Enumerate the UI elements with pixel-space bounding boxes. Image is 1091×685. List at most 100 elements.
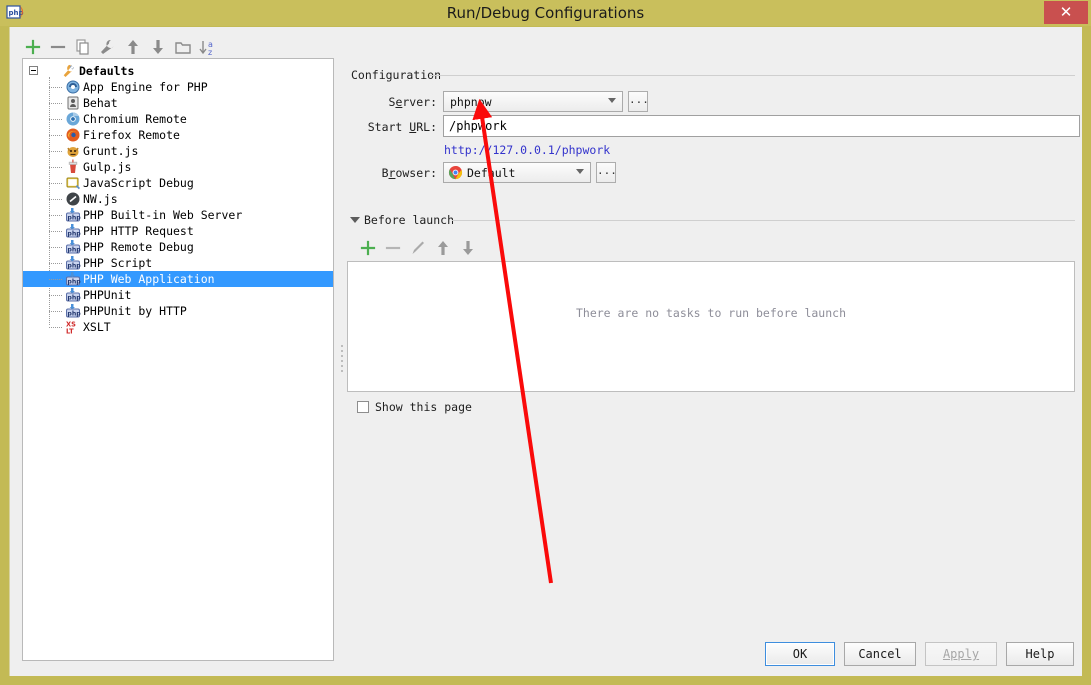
tree-guide-branch bbox=[49, 135, 62, 136]
sort-az-icon[interactable]: a z bbox=[197, 35, 219, 59]
svg-text:LT: LT bbox=[66, 327, 74, 335]
tree-item[interactable]: php PHP Built-in Web Server bbox=[23, 207, 333, 223]
tree-item[interactable]: Firefox Remote bbox=[23, 127, 333, 143]
tree-item[interactable]: App Engine for PHP bbox=[23, 79, 333, 95]
tree-root-defaults[interactable]: Defaults bbox=[23, 63, 333, 79]
tree-guide-branch bbox=[49, 167, 62, 168]
chevron-down-icon bbox=[608, 98, 616, 103]
window-title: Run/Debug Configurations bbox=[446, 4, 645, 22]
tree-item[interactable]: Behat bbox=[23, 95, 333, 111]
wrench-icon[interactable] bbox=[97, 35, 119, 59]
create-folder-button[interactable] bbox=[172, 35, 194, 59]
wrench-icon bbox=[61, 63, 77, 79]
tree-item[interactable]: XS LT XSLT bbox=[23, 319, 333, 335]
tree-item[interactable]: php PHPUnit bbox=[23, 287, 333, 303]
tree-guide-branch bbox=[49, 247, 62, 248]
tree-item[interactable]: Gulp.js bbox=[23, 159, 333, 175]
tree-guide-branch bbox=[49, 327, 62, 328]
before-launch-group-label: Before launch bbox=[360, 213, 459, 227]
apply-button: Apply bbox=[925, 642, 997, 666]
expand-collapse-icon[interactable] bbox=[29, 66, 38, 75]
add-configuration-button[interactable] bbox=[22, 35, 44, 59]
tree-item[interactable]: Chromium Remote bbox=[23, 111, 333, 127]
edit-task-button[interactable] bbox=[407, 236, 429, 260]
ok-button[interactable]: OK bbox=[765, 642, 835, 666]
chevron-down-icon bbox=[576, 169, 584, 174]
copy-configuration-button[interactable] bbox=[72, 35, 94, 59]
tree-item[interactable]: php PHPUnit by HTTP bbox=[23, 303, 333, 319]
remove-task-button[interactable] bbox=[382, 236, 404, 260]
tree-guide-branch bbox=[49, 231, 62, 232]
tree-item[interactable]: php PHP Web Application bbox=[23, 271, 333, 287]
server-browse-button[interactable]: ... bbox=[628, 91, 649, 112]
resolved-url-link[interactable]: http://127.0.0.1/phpwork bbox=[444, 143, 610, 157]
server-dropdown[interactable]: phpnow bbox=[443, 91, 623, 112]
start-url-input[interactable]: /phpwork bbox=[443, 115, 1080, 137]
browser-label-post: owser: bbox=[395, 166, 437, 180]
tree-item-label: PHP Built-in Web Server bbox=[83, 208, 243, 222]
configurations-tree[interactable]: Defaults App Engine for PHP Behat Chromium… bbox=[22, 58, 334, 661]
tree-item[interactable]: php PHP Remote Debug bbox=[23, 239, 333, 255]
dialog-client-area: a z Defaults App Engine for PHP Behat Ch… bbox=[9, 27, 1082, 676]
app-engine-icon bbox=[65, 79, 81, 95]
chromium-icon bbox=[65, 111, 81, 127]
tree-item-label: Grunt.js bbox=[83, 144, 139, 158]
firefox-icon bbox=[65, 127, 81, 143]
svg-text:php: php bbox=[67, 310, 81, 317]
before-launch-collapse-icon[interactable] bbox=[350, 217, 360, 223]
tree-item-label: Firefox Remote bbox=[83, 128, 180, 142]
before-launch-empty-text: There are no tasks to run before launch bbox=[575, 306, 847, 320]
move-task-up-button[interactable] bbox=[432, 236, 454, 260]
configuration-pane: Configuration Server: phpnow ... Start U… bbox=[345, 35, 1080, 655]
tree-guide-branch bbox=[49, 215, 62, 216]
browser-browse-button[interactable]: ... bbox=[596, 162, 617, 183]
tree-item-label: PHP Remote Debug bbox=[83, 240, 194, 254]
nwjs-icon bbox=[65, 191, 81, 207]
svg-text:php: php bbox=[67, 246, 81, 253]
php-icon: php bbox=[65, 223, 81, 239]
help-button[interactable]: Help bbox=[1006, 642, 1074, 666]
tree-item-label: JavaScript Debug bbox=[83, 176, 194, 190]
tree-item[interactable]: JavaScript Debug bbox=[23, 175, 333, 191]
move-down-button[interactable] bbox=[147, 35, 169, 59]
tree-guide-branch bbox=[49, 311, 62, 312]
tree-item[interactable]: NW.js bbox=[23, 191, 333, 207]
behat-icon bbox=[65, 95, 81, 111]
tree-item-label: XSLT bbox=[83, 320, 111, 334]
tree-item[interactable]: php PHP HTTP Request bbox=[23, 223, 333, 239]
tree-item-label: PHPUnit by HTTP bbox=[83, 304, 187, 318]
configuration-group-divider bbox=[429, 75, 1075, 76]
tree-guide-branch bbox=[49, 199, 62, 200]
before-launch-divider bbox=[452, 220, 1075, 221]
move-up-button[interactable] bbox=[122, 35, 144, 59]
php-icon: php bbox=[65, 303, 81, 319]
start-url-label: Start URL: bbox=[367, 120, 437, 134]
tree-item[interactable]: php PHP Script bbox=[23, 255, 333, 271]
tree-item-label: PHP HTTP Request bbox=[83, 224, 194, 238]
tree-guide-branch bbox=[49, 103, 62, 104]
cancel-button[interactable]: Cancel bbox=[844, 642, 916, 666]
server-value: phpnow bbox=[450, 95, 492, 109]
gulp-icon bbox=[65, 159, 81, 175]
before-launch-task-list[interactable]: There are no tasks to run before launch bbox=[347, 261, 1075, 392]
browser-value: Default bbox=[467, 166, 516, 180]
add-task-button[interactable] bbox=[357, 236, 379, 260]
tree-guide-branch bbox=[49, 119, 62, 120]
move-task-down-button[interactable] bbox=[457, 236, 479, 260]
tree-item-label: Gulp.js bbox=[83, 160, 132, 174]
apply-button-label: Apply bbox=[942, 647, 980, 661]
checkbox-box bbox=[357, 401, 369, 413]
tree-item-label: PHP Script bbox=[83, 256, 153, 270]
browser-dropdown[interactable]: Default bbox=[443, 162, 591, 183]
remove-configuration-button[interactable] bbox=[47, 35, 69, 59]
tree-items-container: App Engine for PHP Behat Chromium Remote Fi… bbox=[23, 79, 333, 335]
javascript-debug-icon bbox=[65, 175, 81, 191]
close-icon[interactable]: ✕ bbox=[1044, 1, 1088, 24]
tree-root-label: Defaults bbox=[79, 64, 135, 78]
php-icon: php bbox=[65, 287, 81, 303]
tree-item-label: Chromium Remote bbox=[83, 112, 187, 126]
tree-item[interactable]: Grunt.js bbox=[23, 143, 333, 159]
svg-text:php: php bbox=[67, 230, 81, 237]
tree-item-label: App Engine for PHP bbox=[83, 80, 208, 94]
grunt-icon bbox=[65, 143, 81, 159]
